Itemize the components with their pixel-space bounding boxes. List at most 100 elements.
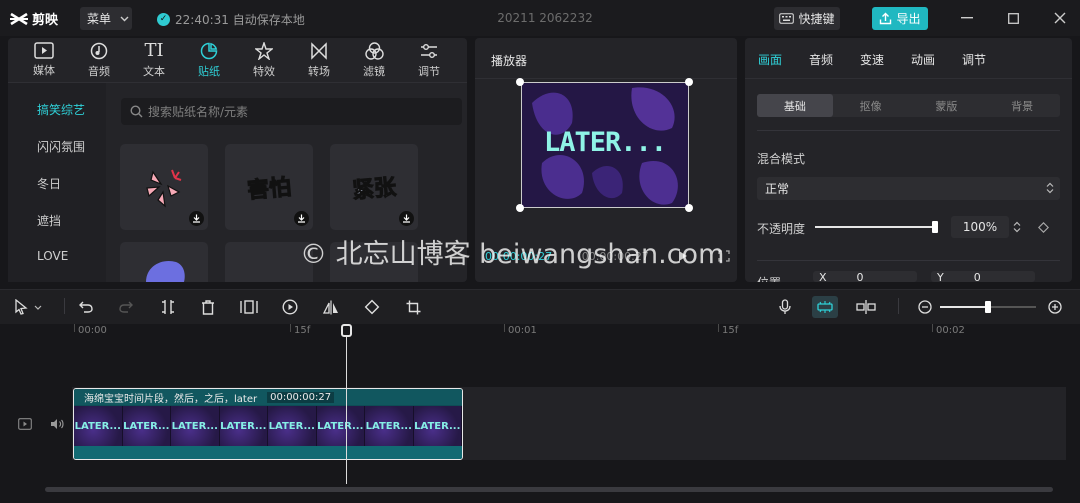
zoom-slider-track[interactable] [940, 301, 1036, 313]
linkage-icon [856, 300, 876, 314]
subtab-mask[interactable]: 蒙版 [909, 94, 985, 117]
opacity-input[interactable]: 100% [951, 216, 1009, 238]
section-divider [757, 130, 1060, 131]
freeze-frame-button[interactable] [238, 297, 260, 317]
pos-y-input[interactable]: Y 0 [931, 271, 1035, 282]
clip-title: 海绵宝宝时间片段，然后，之后，later [84, 393, 258, 405]
sticker-item[interactable]: 害怕 [225, 144, 313, 230]
select-tool-button[interactable] [14, 297, 52, 317]
zoom-slider-knob[interactable] [985, 301, 991, 313]
undo-button[interactable] [75, 297, 97, 317]
main-track-magnet-button[interactable] [812, 296, 838, 318]
tab-filter[interactable]: 滤镜 [353, 42, 395, 82]
opacity-slider-knob[interactable] [932, 221, 938, 233]
clip-duration: 00:00:00:27 [267, 391, 335, 403]
clip-thumbnails: LATER... LATER... LATER... LATER... LATER...… [74, 406, 462, 446]
upload-icon [880, 12, 892, 25]
download-button[interactable] [294, 211, 309, 226]
tab-animation[interactable]: 动画 [911, 51, 935, 68]
record-audio-button[interactable] [774, 297, 796, 317]
position-label: 位置 [757, 274, 781, 282]
tab-transition[interactable]: 转场 [298, 42, 340, 82]
resize-handle[interactable] [685, 204, 693, 212]
close-button[interactable] [1050, 8, 1070, 28]
clip-frame: LATER... [316, 406, 365, 446]
category-item[interactable]: LOVE [37, 249, 68, 263]
opacity-value: 100% [962, 220, 998, 234]
tab-effects[interactable]: 特效 [243, 42, 285, 82]
tab-media[interactable]: 媒体 [23, 42, 65, 82]
mirror-button[interactable] [320, 297, 342, 317]
sticker-item[interactable] [120, 144, 208, 230]
ruler-tick [290, 324, 291, 332]
clip-frame: LATER... [413, 406, 462, 446]
blend-mode-select[interactable]: 正常 [757, 177, 1060, 200]
subtab-background[interactable]: 背景 [984, 94, 1060, 117]
resize-handle[interactable] [685, 78, 693, 86]
subtab-cutout[interactable]: 抠像 [833, 94, 909, 117]
keyframe-icon[interactable] [1038, 222, 1049, 233]
time-ruler[interactable] [0, 324, 1080, 342]
video-preview[interactable]: LATER... [521, 82, 689, 208]
ruler-tick [74, 324, 75, 332]
split-button[interactable] [157, 297, 179, 317]
download-button[interactable] [399, 211, 414, 226]
track-cover-icon[interactable] [18, 418, 32, 430]
tab-audio-label: 音频 [88, 65, 110, 78]
playhead-line[interactable] [346, 324, 347, 484]
maximize-button[interactable] [1003, 8, 1023, 28]
tab-prop-adjust[interactable]: 调节 [962, 51, 986, 68]
category-item[interactable]: 闪闪氛围 [37, 138, 85, 155]
shortcut-label: 快捷键 [798, 12, 835, 26]
tab-text[interactable]: TI 文本 [133, 42, 175, 82]
tab-speed[interactable]: 变速 [860, 51, 884, 68]
category-item[interactable]: 遮挡 [37, 212, 61, 229]
tab-picture[interactable]: 画面 [758, 51, 782, 68]
delete-button[interactable] [197, 297, 219, 317]
sticker-item[interactable]: 紧张 [330, 144, 418, 230]
redo-button[interactable] [115, 297, 137, 317]
sticker-item[interactable] [120, 242, 208, 282]
clip-frame: LATER... [74, 406, 123, 446]
tab-adjust[interactable]: 调节 [408, 42, 450, 82]
category-item[interactable]: 冬日 [37, 175, 61, 192]
stepper-arrows-icon[interactable] [1013, 221, 1021, 233]
app-name: 剪映 [32, 13, 59, 28]
subtab-basic[interactable]: 基础 [757, 94, 833, 117]
timeline-divider [0, 289, 1080, 290]
zoom-out-button[interactable] [914, 297, 936, 317]
shortcut-button[interactable]: 快捷键 [774, 7, 840, 30]
tab-sticker[interactable]: 贴纸 [188, 42, 230, 82]
video-clip[interactable]: 海绵宝宝时间片段，然后，之后，later 00:00:00:27 LATER..… [73, 388, 463, 460]
linkage-button[interactable] [855, 297, 877, 317]
category-item[interactable]: 搞笑综艺 [37, 101, 85, 118]
freeze-frame-icon [240, 300, 258, 314]
resize-handle[interactable] [516, 204, 524, 212]
autosave-text: 22:40:31 自动保存本地 [175, 13, 305, 27]
minimize-button[interactable] [957, 8, 977, 28]
zoom-in-icon [1048, 300, 1062, 314]
pos-x-input[interactable]: X 0 [813, 271, 917, 282]
menu-button[interactable]: 菜单 [80, 7, 132, 30]
resize-handle[interactable] [516, 78, 524, 86]
crop-button[interactable] [402, 297, 424, 317]
tab-audio[interactable]: 音频 [78, 42, 120, 82]
playhead-handle[interactable] [341, 324, 352, 337]
sticker-search[interactable]: 搜索贴纸名称/元素 [121, 98, 462, 125]
ruler-label: 00:01 [508, 325, 537, 336]
opacity-slider-track[interactable] [815, 221, 938, 233]
reverse-button[interactable] [279, 297, 301, 317]
export-button[interactable]: 导出 [872, 7, 928, 30]
download-button[interactable] [189, 211, 204, 226]
rotate-button[interactable] [361, 297, 383, 317]
timeline-scrollbar[interactable] [45, 487, 1053, 492]
split-icon [162, 300, 174, 314]
toolbar-separator [64, 298, 65, 314]
tab-prop-audio[interactable]: 音频 [809, 51, 833, 68]
zoom-in-button[interactable] [1044, 297, 1066, 317]
export-label: 导出 [896, 12, 921, 26]
track-mute-icon[interactable] [50, 418, 64, 430]
toolbar-separator [898, 298, 899, 314]
clip-frame: LATER... [171, 406, 220, 446]
blend-mode-value: 正常 [765, 182, 790, 196]
